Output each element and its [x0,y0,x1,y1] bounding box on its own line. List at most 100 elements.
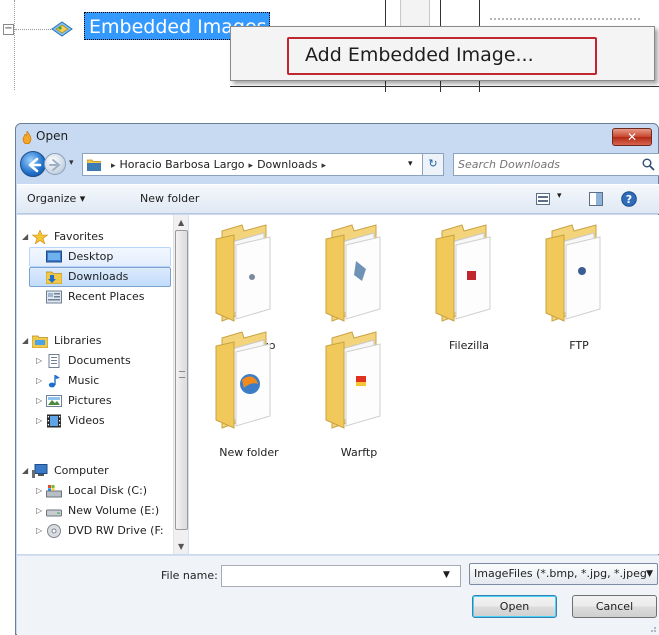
canvas-baseline [230,86,659,87]
back-button[interactable] [20,151,46,177]
folder-icon [215,331,271,429]
refresh-button[interactable]: ↻ [422,153,444,176]
nav-item-local-disk-c[interactable]: ▷ Local Disk (C:) [17,481,173,501]
file-item[interactable]: DLL [304,223,414,352]
folder-icon [325,224,381,322]
drive-icon [46,509,62,517]
breadcrumb-user[interactable]: Horacio Barbosa Largo [120,158,245,171]
breadcrumb-separator-icon[interactable]: ▸ [107,161,120,171]
file-item[interactable]: AAA Logo [194,223,304,352]
file-item[interactable]: New folder [194,330,304,459]
nav-item-new-volume-e[interactable]: ▷ New Volume (E:) [17,501,173,521]
folder-icon [215,224,271,322]
title-bar[interactable]: Open ✕ [16,124,658,150]
collapsed-arrow-icon[interactable]: ▷ [36,371,42,391]
collapsed-arrow-icon[interactable]: ▷ [36,521,42,541]
downloads-folder-icon [46,271,62,284]
file-name-label: File name: [161,569,218,582]
breadcrumb-downloads[interactable]: Downloads [257,158,317,171]
preview-pane-icon[interactable] [589,192,603,206]
nav-item-videos[interactable]: ▷ Videos [17,411,173,431]
organize-button[interactable]: Organize ▾ [27,192,85,205]
collapsed-arrow-icon[interactable]: ▷ [36,391,42,411]
chevron-down-icon[interactable]: ▼ [646,564,653,584]
file-name: Warftp [340,446,378,459]
nav-group-label: Libraries [54,334,102,347]
close-button[interactable]: ✕ [612,128,652,146]
folder-icon [325,331,381,429]
address-field[interactable]: ▸ Horacio Barbosa Largo ▸ Downloads ▸ ▾ [82,153,439,176]
file-type-select[interactable]: ImageFiles (*.bmp, *.jpg, *.jpeg ▼ [469,563,658,585]
report-designer-area: − Embedded Images Add Embedded Image... [0,0,659,95]
nav-group-label: Favorites [54,230,104,243]
nav-item-label: Videos [68,414,105,427]
nav-item-label: Music [68,374,100,387]
tree-connector-line [15,29,55,30]
scroll-down-icon[interactable]: ▼ [178,542,184,551]
tree-collapse-toggle[interactable]: − [3,24,14,35]
dialog-content: ◢ Favorites Desktop Downloads Recent Pla… [17,215,659,554]
view-options-dropdown[interactable]: ▾ [557,191,562,201]
pictures-icon [46,395,62,407]
search-input[interactable] [456,155,636,174]
embedded-images-icon [51,21,73,37]
nav-scrollbar[interactable]: ▲ ▼ [173,215,188,554]
file-item[interactable]: FTP [524,223,634,352]
nav-item-recent-places[interactable]: Recent Places [17,287,173,307]
nav-item-label: Desktop [68,250,114,263]
nav-group-computer[interactable]: ◢ Computer [17,461,173,481]
search-box[interactable] [453,153,659,176]
scroll-thumb[interactable] [175,230,188,530]
address-bar-row: ▾ ▸ Horacio Barbosa Largo ▸ Downloads ▸ ▾ ↻ [16,150,659,180]
cancel-button[interactable]: Cancel [572,595,657,618]
context-menu: Add Embedded Image... [230,26,655,81]
search-icon[interactable] [642,158,655,171]
nav-item-dvd-rw-drive-f[interactable]: ▷ DVD RW Drive (F: [17,521,173,541]
collapsed-arrow-icon[interactable]: ▷ [36,481,42,501]
recent-pages-dropdown[interactable]: ▾ [69,158,74,168]
open-button[interactable]: Open [472,595,557,618]
nav-item-pictures[interactable]: ▷ Pictures [17,391,173,411]
collapsed-arrow-icon[interactable]: ▷ [36,501,42,521]
svg-text:?: ? [626,193,632,206]
nav-item-label: Recent Places [68,290,145,303]
nav-group-label: Computer [54,464,109,477]
collapsed-arrow-icon[interactable]: ▷ [36,411,42,431]
file-item[interactable]: Filezilla [414,223,524,352]
nav-item-music[interactable]: ▷ Music [17,371,173,391]
navigation-pane: ◢ Favorites Desktop Downloads Recent Pla… [17,215,189,554]
nav-item-label: Downloads [68,270,129,283]
music-icon [48,375,60,388]
file-name: Filezilla [448,339,490,352]
dvd-drive-icon [47,524,61,538]
breadcrumb-separator-icon[interactable]: ▸ [245,161,258,171]
nav-item-documents[interactable]: ▷ Documents [17,351,173,371]
nav-item-label: New Volume (E:) [68,504,160,517]
expanded-arrow-icon[interactable]: ◢ [22,227,28,247]
file-list: AAA Logo DLL [190,215,659,554]
scroll-up-icon[interactable]: ▲ [178,218,184,227]
new-folder-button[interactable]: New folder [140,192,199,205]
nav-group-favorites[interactable]: ◢ Favorites [17,227,173,247]
breadcrumb-separator-icon[interactable]: ▸ [317,161,330,171]
forward-button[interactable] [44,153,66,175]
file-type-value: ImageFiles (*.bmp, *.jpg, *.jpeg [474,567,647,580]
file-name-input[interactable] [221,565,461,587]
expanded-arrow-icon[interactable]: ◢ [22,461,28,481]
breadcrumb: ▸ Horacio Barbosa Largo ▸ Downloads ▸ [107,154,330,177]
nav-group-libraries[interactable]: ◢ Libraries [17,331,173,351]
resize-grip-icon[interactable] [647,623,657,633]
file-item[interactable]: Warftp [304,330,414,459]
expanded-arrow-icon[interactable]: ◢ [22,331,28,351]
nav-item-downloads[interactable]: Downloads [17,267,173,287]
nav-item-label: DVD RW Drive (F: [68,524,164,537]
change-view-icon[interactable] [536,193,550,205]
help-icon[interactable]: ? [621,191,637,207]
nav-item-desktop[interactable]: Desktop [17,247,173,267]
address-history-dropdown[interactable]: ▾ [408,154,413,175]
file-name-dropdown-icon[interactable]: ▼ [443,570,450,580]
collapsed-arrow-icon[interactable]: ▷ [36,351,42,371]
dialog-title: Open [36,129,69,143]
add-embedded-image-menu-item[interactable]: Add Embedded Image... [287,37,597,75]
computer-icon [32,464,48,478]
